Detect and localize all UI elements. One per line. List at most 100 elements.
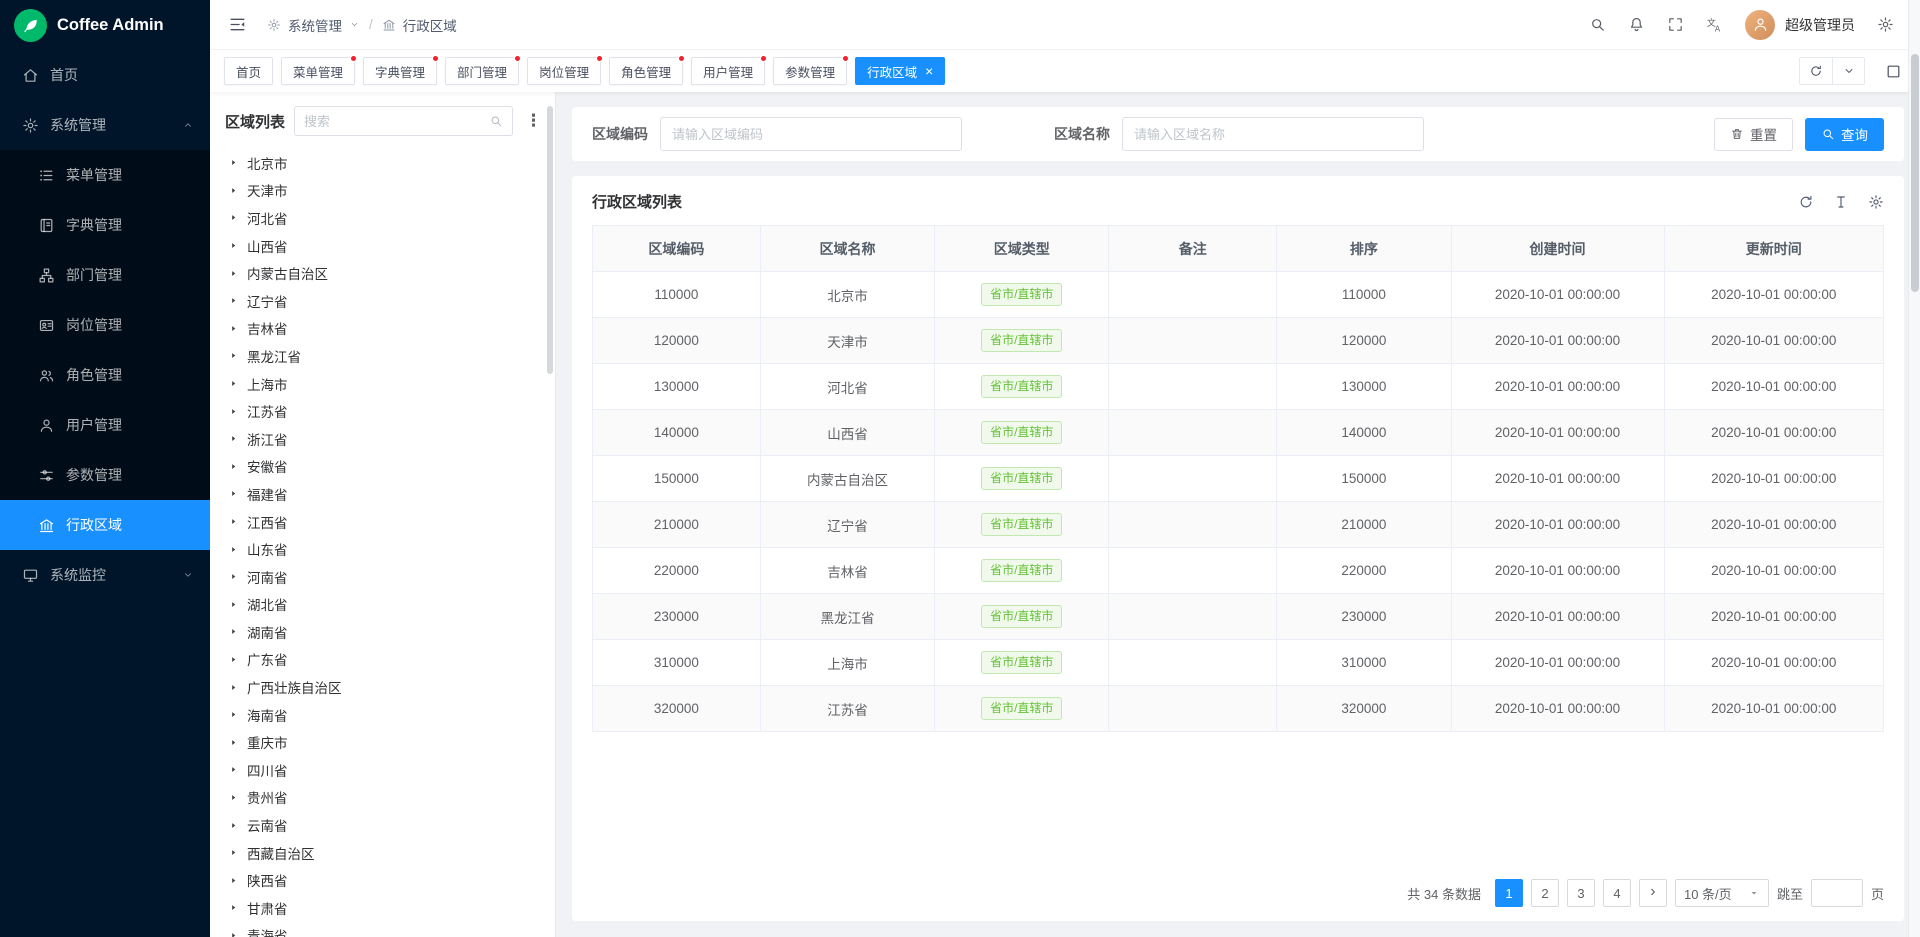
caret-right-icon[interactable] [229,517,238,526]
caret-right-icon[interactable] [229,407,238,416]
sidebar-subitem[interactable]: 行政区域 [0,500,210,550]
refresh-icon[interactable] [1798,194,1814,210]
gear-icon[interactable] [1868,194,1884,210]
app-logo[interactable]: Coffee Admin [0,0,210,50]
sidebar-subitem[interactable]: 字典管理 [0,200,210,250]
tree-item[interactable]: 海南省 [210,701,555,729]
caret-right-icon[interactable] [229,379,238,388]
tree-item[interactable]: 山东省 [210,535,555,563]
tree-item[interactable]: 广西壮族自治区 [210,673,555,701]
table-row[interactable]: 310000 上海市 省市/直辖市 310000 2020-10-01 00:0… [593,640,1884,686]
table-row[interactable]: 140000 山西省 省市/直辖市 140000 2020-10-01 00:0… [593,410,1884,456]
tree-item[interactable]: 浙江省 [210,425,555,453]
tree-item[interactable]: 云南省 [210,811,555,839]
caret-right-icon[interactable] [229,572,238,581]
table-row[interactable]: 230000 黑龙江省 省市/直辖市 230000 2020-10-01 00:… [593,594,1884,640]
caret-right-icon[interactable] [229,545,238,554]
tree-item[interactable]: 北京市 [210,149,555,177]
caret-right-icon[interactable] [229,903,238,912]
tab[interactable]: 字典管理 × [363,57,437,85]
caret-right-icon[interactable] [229,324,238,333]
reset-button[interactable]: 重置 [1714,118,1793,151]
caret-right-icon[interactable] [229,765,238,774]
tab[interactable]: 部门管理 × [445,57,519,85]
tab[interactable]: 参数管理 × [773,57,847,85]
tree-item[interactable]: 江西省 [210,508,555,536]
search-button[interactable]: 查询 [1805,118,1884,151]
tab[interactable]: 行政区域 × [855,57,945,85]
search-icon[interactable] [489,114,503,128]
scrollbar-thumb[interactable] [1911,54,1919,292]
jump-page-input[interactable] [1811,879,1863,907]
tree-item[interactable]: 广东省 [210,646,555,674]
caret-right-icon[interactable] [229,296,238,305]
sidebar-item-home[interactable]: 首页 [0,50,210,100]
tree-item[interactable]: 江苏省 [210,397,555,425]
tree-item[interactable]: 吉林省 [210,315,555,343]
breadcrumb-level1[interactable]: 系统管理 [288,15,342,35]
caret-right-icon[interactable] [229,848,238,857]
caret-right-icon[interactable] [229,627,238,636]
sidebar-subitem[interactable]: 部门管理 [0,250,210,300]
fold-icon[interactable] [228,15,247,34]
tree-item[interactable]: 内蒙古自治区 [210,259,555,287]
table-row[interactable]: 110000 北京市 省市/直辖市 110000 2020-10-01 00:0… [593,272,1884,318]
sidebar-subitem[interactable]: 岗位管理 [0,300,210,350]
screen-icon[interactable] [1885,63,1902,80]
caret-right-icon[interactable] [229,876,238,885]
tab[interactable]: 菜单管理 × [281,57,355,85]
caret-right-icon[interactable] [229,186,238,195]
caret-right-icon[interactable] [229,489,238,498]
page-button[interactable]: 2 [1531,879,1559,907]
tab[interactable]: 岗位管理 × [527,57,601,85]
sidebar-subitem[interactable]: 参数管理 [0,450,210,500]
code-input[interactable] [660,117,962,151]
table-row[interactable]: 210000 辽宁省 省市/直辖市 210000 2020-10-01 00:0… [593,502,1884,548]
caret-right-icon[interactable] [229,655,238,664]
table-row[interactable]: 220000 吉林省 省市/直辖市 220000 2020-10-01 00:0… [593,548,1884,594]
caret-right-icon[interactable] [229,710,238,719]
caret-right-icon[interactable] [229,821,238,830]
caret-right-icon[interactable] [229,683,238,692]
close-icon[interactable]: × [925,63,933,79]
translate-icon[interactable]: 文A [1706,16,1723,33]
density-icon[interactable] [1833,194,1849,210]
tab[interactable]: 用户管理 × [691,57,765,85]
tree-item[interactable]: 陕西省 [210,866,555,894]
sidebar-group-monitor[interactable]: 系统监控 [0,550,210,600]
caret-right-icon[interactable] [229,241,238,250]
tree-item[interactable]: 辽宁省 [210,287,555,315]
tree-item[interactable]: 河南省 [210,563,555,591]
table-row[interactable]: 150000 内蒙古自治区 省市/直辖市 150000 2020-10-01 0… [593,456,1884,502]
bell-icon[interactable] [1628,16,1645,33]
page-button[interactable]: 1 [1495,879,1523,907]
caret-right-icon[interactable] [229,738,238,747]
tree-search-input[interactable] [304,114,484,129]
user-name[interactable]: 超级管理员 [1785,15,1855,35]
sidebar-group-system[interactable]: 系统管理 [0,100,210,150]
tree-item[interactable]: 四川省 [210,756,555,784]
fullscreen-icon[interactable] [1667,16,1684,33]
tabs-menu-button[interactable] [1832,58,1864,84]
tree-item[interactable]: 黑龙江省 [210,342,555,370]
caret-right-icon[interactable] [229,269,238,278]
tree-item[interactable]: 福建省 [210,480,555,508]
caret-right-icon[interactable] [229,213,238,222]
refresh-tabs-button[interactable] [1800,58,1832,84]
dots-vertical-icon[interactable]: ⋮ [522,111,545,131]
caret-right-icon[interactable] [229,434,238,443]
page-button[interactable]: 4 [1603,879,1631,907]
caret-right-icon[interactable] [229,462,238,471]
tree-scrollbar[interactable] [547,106,553,374]
page-size-select[interactable]: 10 条/页 [1675,879,1769,907]
caret-right-icon[interactable] [229,158,238,167]
window-scrollbar[interactable] [1908,0,1920,937]
tree-item[interactable]: 贵州省 [210,784,555,812]
tree-item[interactable]: 西藏自治区 [210,839,555,867]
table-row[interactable]: 120000 天津市 省市/直辖市 120000 2020-10-01 00:0… [593,318,1884,364]
tree-item[interactable]: 河北省 [210,204,555,232]
search-icon[interactable] [1589,16,1606,33]
tree-item[interactable]: 重庆市 [210,728,555,756]
tree-item[interactable]: 湖北省 [210,591,555,619]
tab[interactable]: 首页 × [224,57,273,85]
